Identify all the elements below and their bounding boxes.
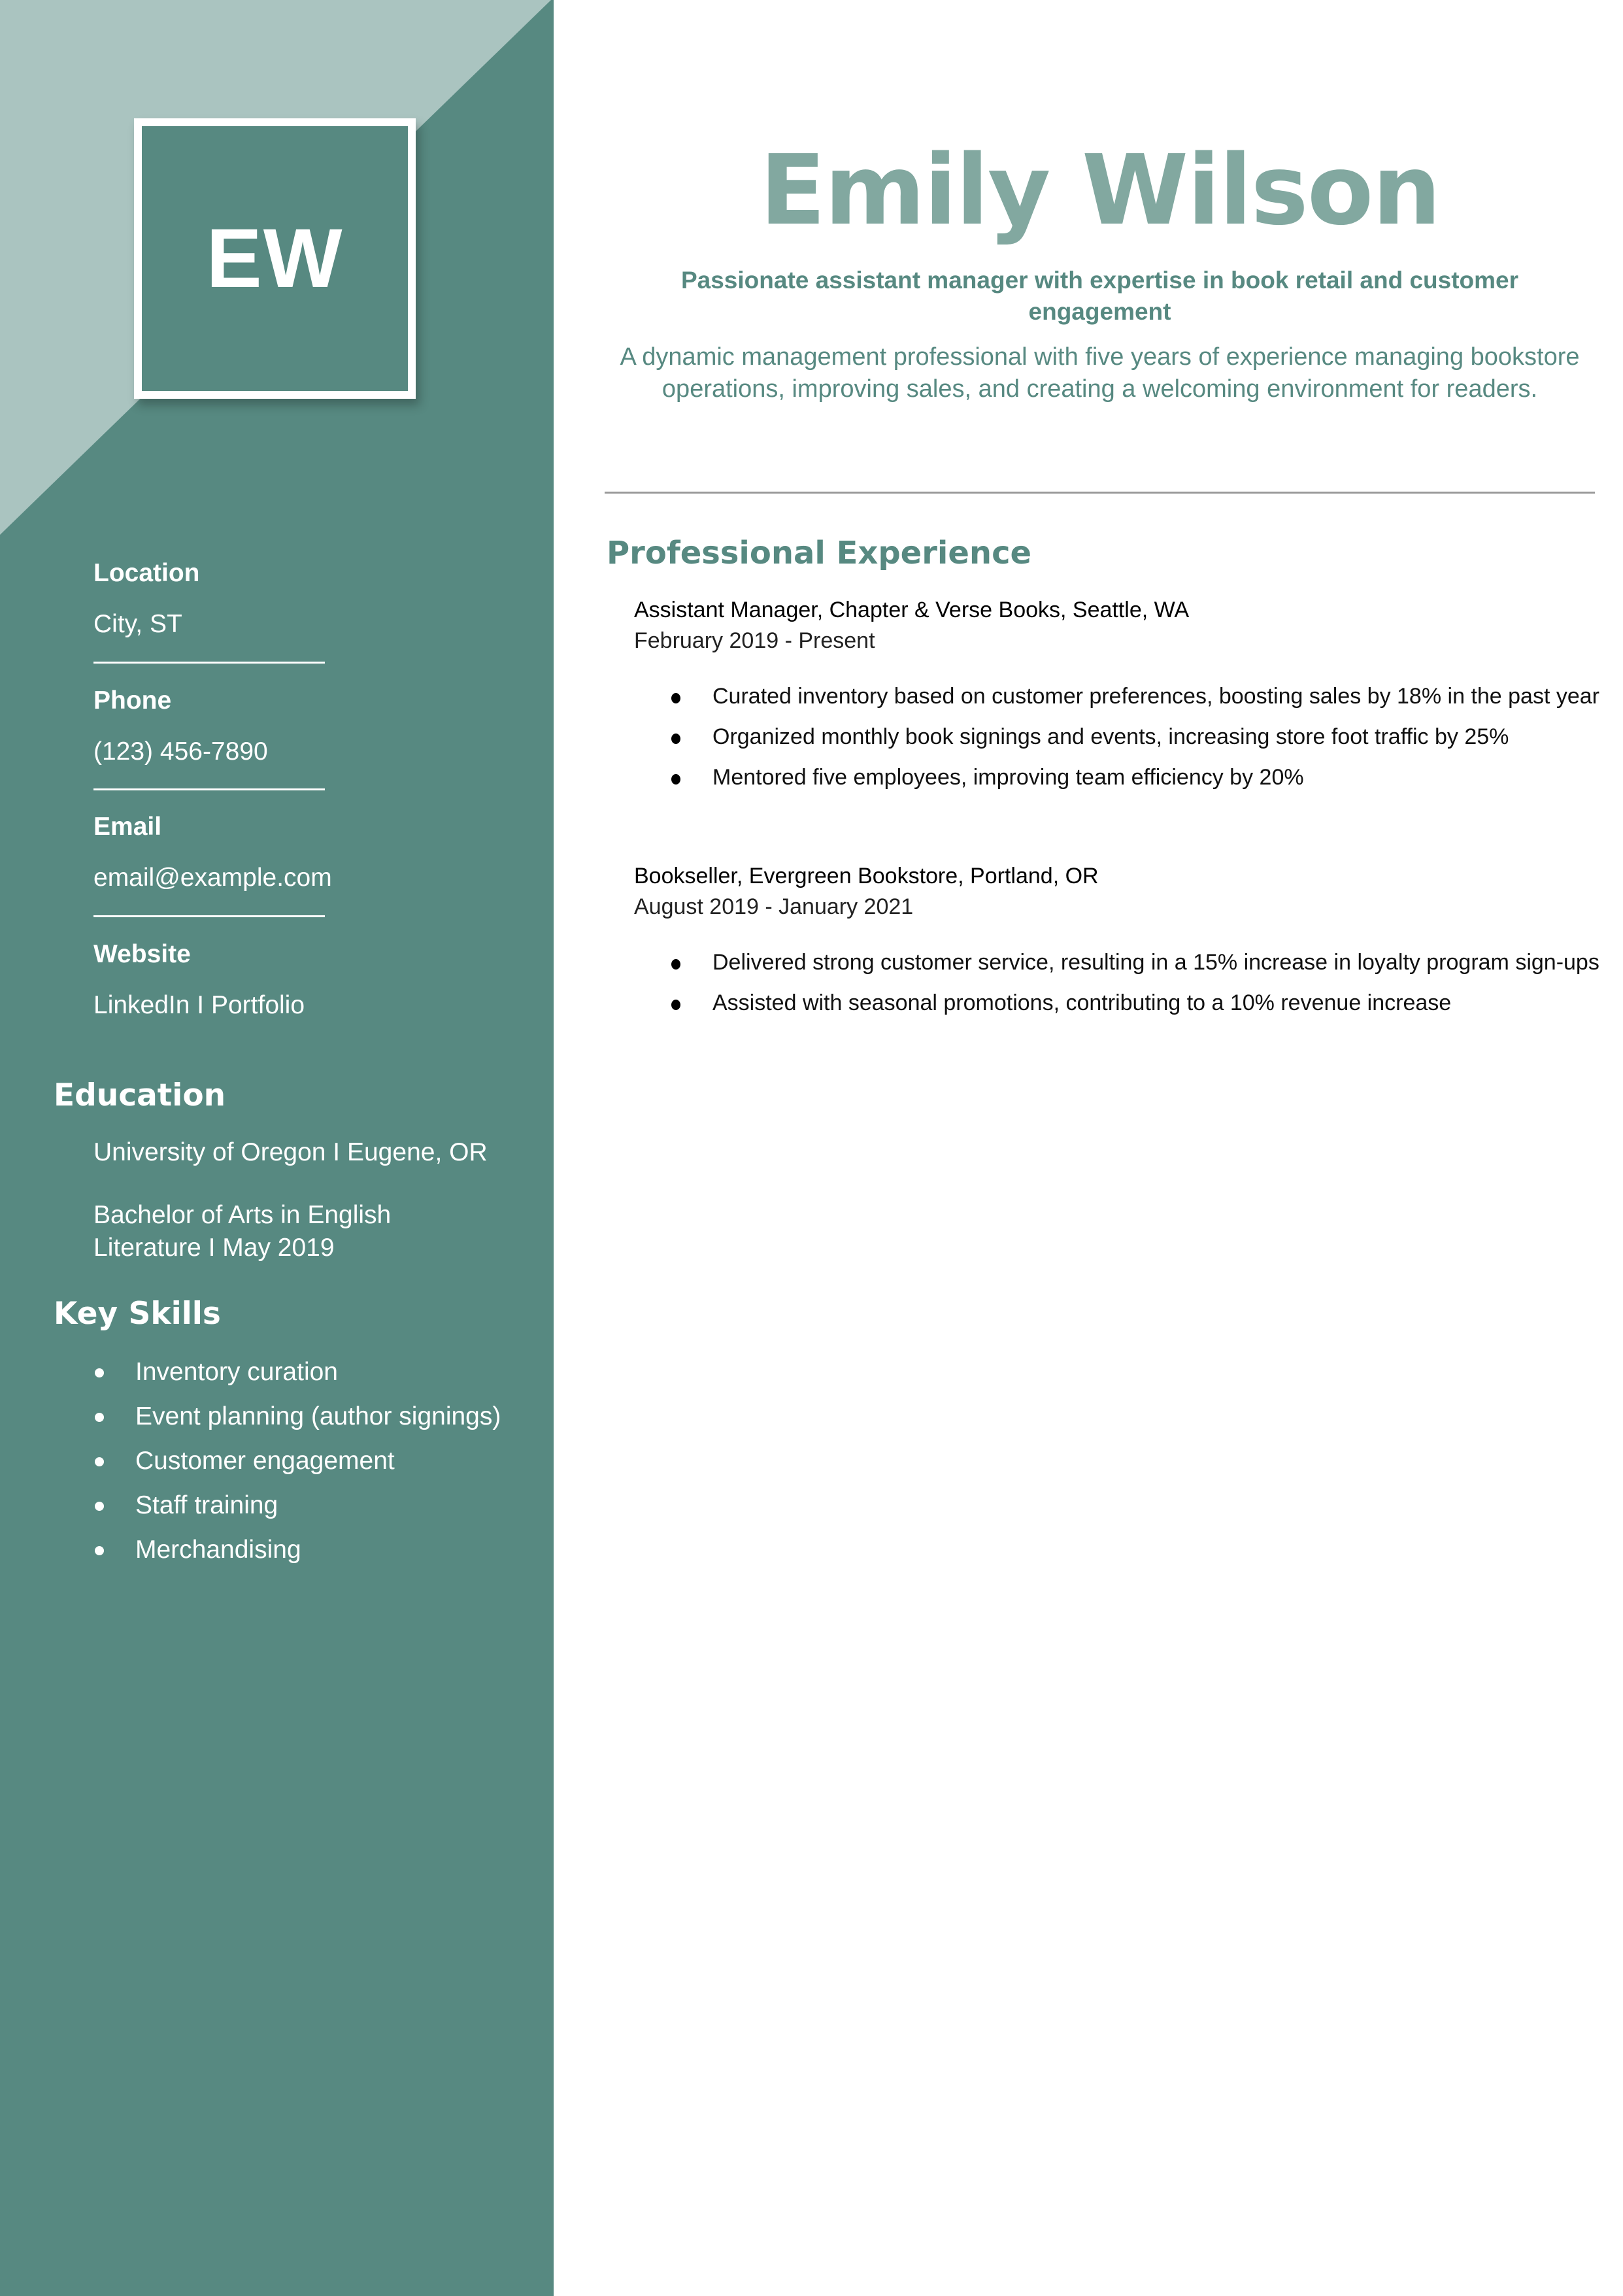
bullet-icon [671, 693, 680, 703]
job-bullet: Mentored five employees, improving team … [671, 763, 1599, 792]
header-divider [605, 492, 1595, 494]
job-bullet: Assisted with seasonal promotions, contr… [671, 988, 1599, 1017]
bullet-icon [95, 1413, 104, 1422]
skills-list: Inventory curation Event planning (autho… [93, 1350, 501, 1572]
headline-tagline: Passionate assistant manager with expert… [680, 267, 1519, 325]
bullet-icon [671, 959, 680, 970]
bullet-icon [671, 774, 680, 785]
bullet-icon [95, 1368, 104, 1377]
job-title: Bookseller, Evergreen Bookstore, Portlan… [634, 864, 1099, 888]
contact-divider [93, 788, 325, 790]
job-bullets: Curated inventory based on customer pref… [671, 682, 1599, 803]
contact-divider [93, 662, 325, 664]
education-school: University of Oregon I Eugene, OR [93, 1138, 488, 1166]
job-bullet: Delivered strong customer service, resul… [671, 948, 1599, 977]
skill-item: Inventory curation [93, 1350, 501, 1394]
contact-value-website[interactable]: LinkedIn I Portfolio [93, 991, 305, 1020]
job-bullets: Delivered strong customer service, resul… [671, 948, 1599, 1029]
job-dates: February 2019 - Present [634, 628, 875, 653]
sidebar: EW Location City, ST Phone (123) 456-789… [0, 0, 554, 2296]
skills-heading: Key Skills [54, 1296, 221, 1332]
job-bullet: Organized monthly book signings and even… [671, 722, 1599, 751]
bullet-icon [95, 1546, 104, 1555]
skill-item: Merchandising [93, 1528, 501, 1572]
profile-summary: A dynamic management professional with f… [620, 343, 1580, 403]
candidate-name: Emily Wilson [760, 134, 1441, 246]
contact-label-phone: Phone [93, 686, 172, 715]
bullet-icon [671, 1000, 680, 1010]
education-degree-line2: Literature I May 2019 [93, 1234, 335, 1262]
contact-label-website: Website [93, 940, 191, 968]
job-bullet: Curated inventory based on customer pref… [671, 682, 1599, 711]
contact-value-email[interactable]: email@example.com [93, 864, 332, 892]
education-degree-line1: Bachelor of Arts in English [93, 1201, 392, 1229]
bullet-icon [95, 1457, 104, 1466]
bullet-icon [671, 734, 680, 744]
education-heading: Education [54, 1077, 226, 1113]
skill-item: Event planning (author signings) [93, 1394, 501, 1439]
job-title: Assistant Manager, Chapter & Verse Books… [634, 598, 1190, 622]
contact-value-phone: (123) 456-7890 [93, 737, 268, 766]
job-dates: August 2019 - January 2021 [634, 894, 914, 919]
monogram-initials: EW [206, 212, 344, 305]
contact-label-location: Location [93, 559, 200, 587]
contact-label-email: Email [93, 813, 162, 841]
experience-heading: Professional Experience [607, 535, 1032, 571]
skill-item: Staff training [93, 1483, 501, 1528]
skill-item: Customer engagement [93, 1439, 501, 1483]
bullet-icon [95, 1502, 104, 1511]
monogram-box: EW [134, 118, 416, 399]
contact-value-location: City, ST [93, 610, 182, 638]
contact-divider [93, 915, 325, 917]
